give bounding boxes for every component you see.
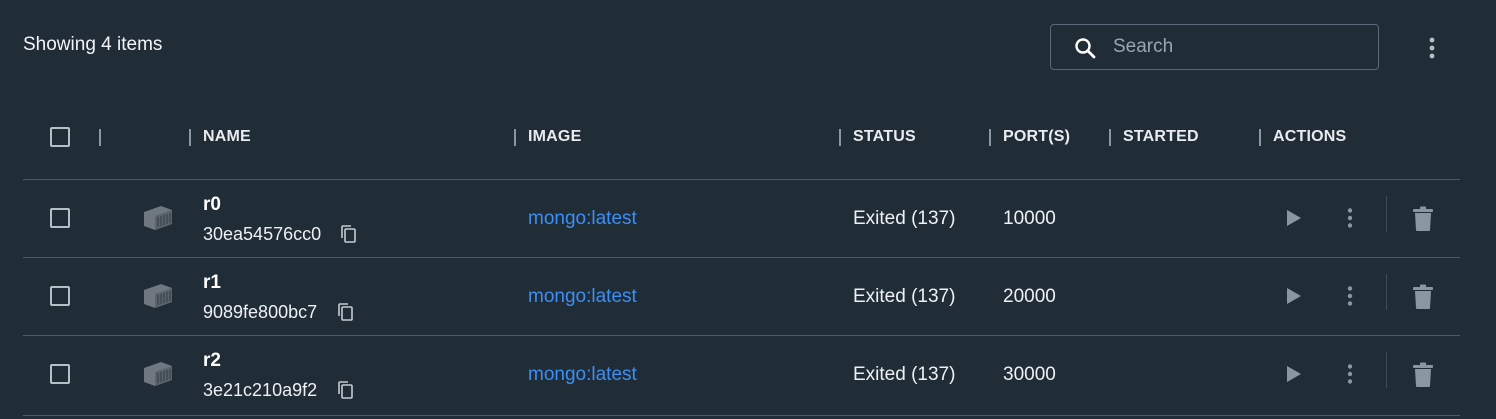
containers-view: Showing 4 items NAME IMAGE STATUS PORT(S… [0, 0, 1496, 419]
container-name[interactable]: r0 [203, 194, 221, 216]
more-vertical-icon[interactable] [1339, 285, 1361, 307]
action-divider [1386, 196, 1387, 232]
trash-icon[interactable] [1412, 284, 1434, 310]
search-box[interactable] [1050, 24, 1379, 70]
more-vertical-icon[interactable] [1339, 207, 1361, 229]
action-divider [1386, 352, 1387, 388]
row-checkbox[interactable] [50, 286, 70, 306]
status-text: Exited (137) [853, 208, 956, 229]
container-name[interactable]: r1 [203, 272, 221, 294]
play-icon[interactable] [1282, 207, 1304, 229]
container-name[interactable]: r2 [203, 350, 221, 372]
table-header: NAME IMAGE STATUS PORT(S) STARTED ACTION… [23, 120, 1460, 156]
column-separator [989, 129, 991, 146]
play-icon[interactable] [1282, 363, 1304, 385]
table-row[interactable]: r0 30ea54576cc0 mongo:latest Exited (137… [23, 179, 1460, 258]
search-input[interactable] [1113, 33, 1363, 61]
column-header-status[interactable]: STATUS [853, 128, 916, 146]
column-separator [1109, 129, 1111, 146]
column-separator [189, 129, 191, 146]
column-separator [514, 129, 516, 146]
container-id: 30ea54576cc0 [203, 224, 322, 244]
container-id: 3e21c210a9f2 [203, 380, 318, 400]
image-link[interactable]: mongo:latest [528, 364, 637, 386]
port-text[interactable]: 20000 [1003, 286, 1056, 308]
trash-icon[interactable] [1412, 206, 1434, 232]
column-header-actions: ACTIONS [1273, 128, 1347, 145]
table-row[interactable]: r1 9089fe800bc7 mongo:latest Exited (137… [23, 257, 1460, 336]
row-divider [23, 415, 1460, 416]
container-icon [144, 284, 172, 308]
select-all-checkbox[interactable] [50, 127, 70, 147]
table-row[interactable]: r2 3e21c210a9f2 mongo:latest Exited (137… [23, 335, 1460, 416]
trash-icon[interactable] [1412, 362, 1434, 388]
column-header-started[interactable]: STARTED [1123, 128, 1199, 146]
status-text: Exited (137) [853, 286, 956, 307]
more-options-icon[interactable] [1421, 36, 1443, 60]
port-text[interactable]: 30000 [1003, 364, 1056, 386]
more-vertical-icon[interactable] [1339, 363, 1361, 385]
action-divider [1386, 274, 1387, 310]
copy-icon[interactable] [337, 302, 355, 322]
image-link[interactable]: mongo:latest [528, 208, 637, 230]
column-header-name[interactable]: NAME [203, 128, 251, 146]
status-text: Exited (137) [853, 364, 956, 385]
items-count-label: Showing 4 items [23, 34, 163, 55]
column-separator [1259, 129, 1261, 146]
copy-icon[interactable] [340, 224, 358, 244]
container-icon [144, 362, 172, 386]
row-checkbox[interactable] [50, 364, 70, 384]
container-id: 9089fe800bc7 [203, 302, 318, 322]
container-icon [144, 206, 172, 230]
play-icon[interactable] [1282, 285, 1304, 307]
search-icon [1075, 38, 1096, 59]
copy-icon[interactable] [337, 380, 355, 400]
column-header-ports[interactable]: PORT(S) [1003, 128, 1070, 146]
row-checkbox[interactable] [50, 208, 70, 228]
column-separator [839, 129, 841, 146]
column-header-image[interactable]: IMAGE [528, 128, 581, 146]
port-text[interactable]: 10000 [1003, 208, 1056, 230]
image-link[interactable]: mongo:latest [528, 286, 637, 308]
column-separator [99, 129, 101, 146]
